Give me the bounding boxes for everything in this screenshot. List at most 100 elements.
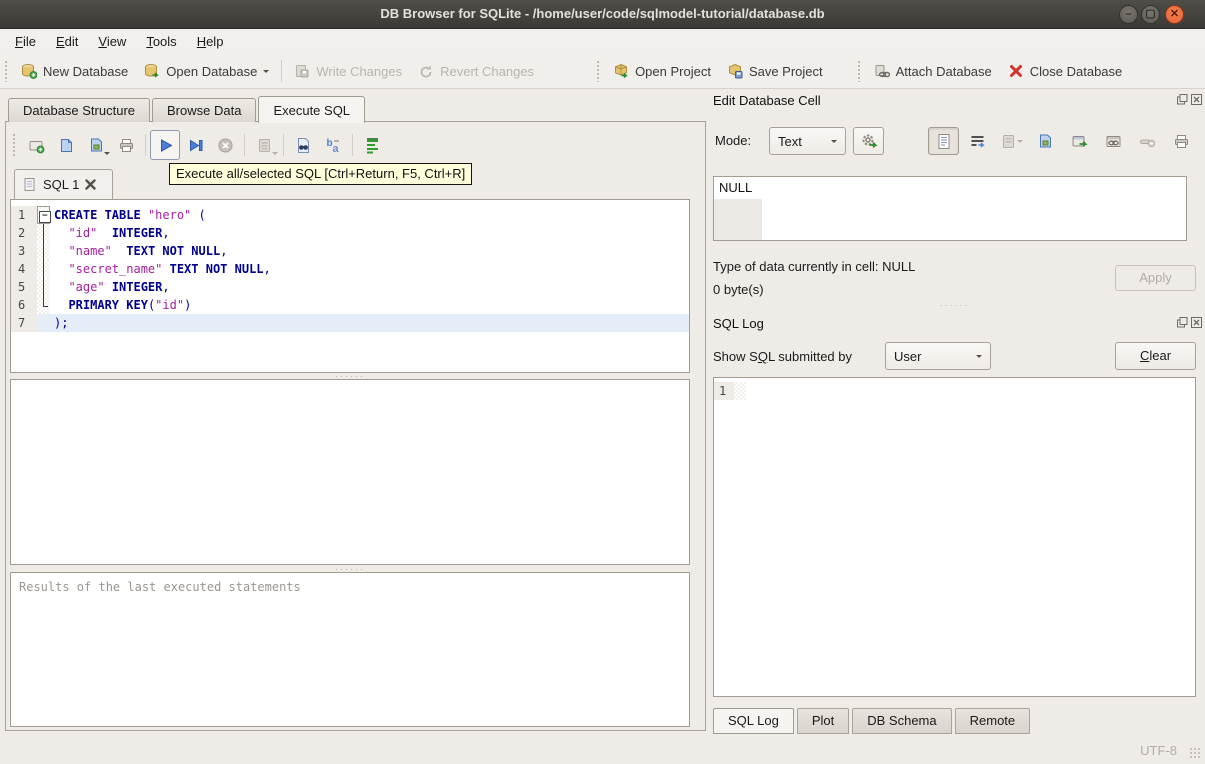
close-tab-icon[interactable] xyxy=(85,179,97,190)
sql-editor[interactable]: 1 CREATE TABLE "hero" ( 2 "id" INTEGER,3 "… xyxy=(10,199,690,373)
sql-log-view[interactable]: 1 xyxy=(713,377,1196,697)
code-line[interactable]: 4 "secret_name" TEXT NOT NULL, xyxy=(11,260,689,278)
execute-line-button[interactable] xyxy=(180,130,210,160)
code-text: CREATE TABLE "hero" ( xyxy=(54,208,206,222)
menu-help[interactable]: Help xyxy=(188,31,233,52)
tab-browse-data[interactable]: Browse Data xyxy=(152,98,257,122)
text-mode-button[interactable] xyxy=(928,127,959,155)
fold-marker[interactable] xyxy=(37,278,50,296)
save-sql-dropdown-caret[interactable] xyxy=(104,152,110,158)
save-results-caret xyxy=(272,152,278,158)
open-in-external-button[interactable] xyxy=(1064,127,1095,155)
resize-grip[interactable] xyxy=(1189,747,1201,759)
cell-editor[interactable]: NULL xyxy=(713,176,1187,241)
menu-edit[interactable]: Edit xyxy=(47,31,87,52)
code-line[interactable]: 2 "id" INTEGER, xyxy=(11,224,689,242)
revert-changes-icon xyxy=(418,63,434,79)
play-to-line-icon xyxy=(187,137,204,154)
tab-database-structure[interactable]: Database Structure xyxy=(8,98,151,122)
line-number: 2 xyxy=(11,224,37,242)
sql-tab-label: SQL 1 xyxy=(43,177,80,192)
save-sql-file-button[interactable] xyxy=(81,130,111,160)
maximize-button[interactable]: ▢ xyxy=(1141,5,1160,24)
menu-tools[interactable]: Tools xyxy=(137,31,185,52)
mode-select[interactable]: Text xyxy=(769,127,846,155)
import-text-button[interactable] xyxy=(853,127,884,155)
minimize-button[interactable]: – xyxy=(1119,5,1138,24)
dock-tab-sql-log[interactable]: SQL Log xyxy=(713,708,794,734)
edit-cell-toolbar xyxy=(928,127,1197,155)
replace-icon: ba xyxy=(325,137,342,155)
fold-marker xyxy=(37,314,50,332)
results-message-pane[interactable]: Results of the last executed statements xyxy=(10,572,690,727)
open-sql-file-button[interactable] xyxy=(51,130,81,160)
print-sql-button[interactable] xyxy=(111,130,141,160)
edit-cell-dock-controls xyxy=(1177,94,1202,105)
sql-toolbar-grip[interactable] xyxy=(12,133,17,157)
copy-link-button[interactable] xyxy=(1098,127,1129,155)
new-sql-tab-button[interactable] xyxy=(21,130,51,160)
code-text: ); xyxy=(50,314,689,332)
mode-label: Mode: xyxy=(715,133,752,148)
toolbar-grip[interactable] xyxy=(4,60,9,82)
menu-file[interactable]: File xyxy=(6,31,45,52)
fold-marker[interactable] xyxy=(37,206,51,224)
save-project-button[interactable]: Save Project xyxy=(719,58,831,84)
word-wrap-button[interactable] xyxy=(962,127,993,155)
null-icon xyxy=(1139,133,1156,150)
close-panel-icon[interactable] xyxy=(1191,94,1202,105)
open-project-button[interactable]: Open Project xyxy=(605,58,719,84)
query-results-table[interactable] xyxy=(10,379,690,565)
dock-tab-remote[interactable]: Remote xyxy=(954,708,1031,734)
edit-cell-title: Edit Database Cell xyxy=(713,93,821,108)
fold-marker[interactable] xyxy=(37,296,50,314)
code-line[interactable]: 6 PRIMARY KEY("id") xyxy=(11,296,689,314)
fold-marker[interactable] xyxy=(37,242,50,260)
dock-tab-plot[interactable]: Plot xyxy=(796,708,850,734)
new-database-button[interactable]: New Database xyxy=(13,58,136,84)
clear-log-button[interactable]: Clear xyxy=(1115,342,1196,370)
open-database-icon xyxy=(144,63,160,79)
open-file-icon xyxy=(58,137,75,154)
format-lines-icon xyxy=(364,137,381,154)
close-button[interactable]: ✕ xyxy=(1165,5,1184,24)
fold-marker[interactable] xyxy=(37,260,50,278)
tab-execute-sql[interactable]: Execute SQL xyxy=(258,96,366,123)
sql-log-dock-controls xyxy=(1177,317,1202,328)
export-cell-button[interactable] xyxy=(1030,127,1061,155)
toolbar-grip[interactable] xyxy=(596,60,602,82)
sql-toolbar-separator xyxy=(283,134,284,156)
submitted-by-select[interactable]: User xyxy=(885,342,991,370)
line-number: 1 xyxy=(11,206,37,224)
open-database-button[interactable]: Open Database xyxy=(136,58,277,84)
toolbar-grip[interactable] xyxy=(856,60,862,82)
close-database-icon xyxy=(1008,63,1024,79)
find-button[interactable] xyxy=(288,130,318,160)
execute-all-button[interactable] xyxy=(150,130,180,160)
code-line[interactable]: 1 CREATE TABLE "hero" ( xyxy=(11,206,689,224)
cell-type-info: Type of data currently in cell: NULL xyxy=(713,259,916,274)
open-database-dropdown-caret[interactable] xyxy=(263,70,270,76)
attach-database-button[interactable]: Attach Database xyxy=(866,58,1000,84)
save-results-button xyxy=(249,130,279,160)
sql-document-tab[interactable]: SQL 1 xyxy=(14,169,113,199)
float-panel-icon[interactable] xyxy=(1177,317,1188,328)
fold-marker[interactable] xyxy=(37,224,50,242)
format-sql-button[interactable] xyxy=(357,130,387,160)
code-line[interactable]: 1 xyxy=(714,382,1195,400)
dock-tab-db-schema[interactable]: DB Schema xyxy=(852,708,952,734)
word-wrap-icon xyxy=(969,133,986,150)
float-panel-icon[interactable] xyxy=(1177,94,1188,105)
close-panel-icon[interactable] xyxy=(1191,317,1202,328)
code-line[interactable]: 3 "name" TEXT NOT NULL, xyxy=(11,242,689,260)
line-number: 4 xyxy=(11,260,37,278)
close-database-button[interactable]: Close Database xyxy=(1000,58,1131,84)
dock-splitter-handle[interactable]: ······ xyxy=(713,301,1196,310)
encoding-indicator[interactable]: UTF-8 xyxy=(1140,743,1177,758)
code-line[interactable]: 5 "age" INTEGER, xyxy=(11,278,689,296)
code-line[interactable]: 7); xyxy=(11,314,689,332)
menu-view[interactable]: View xyxy=(89,31,135,52)
replace-button[interactable]: ba xyxy=(318,130,348,160)
line-number: 7 xyxy=(11,314,37,332)
print-cell-button[interactable] xyxy=(1166,127,1197,155)
